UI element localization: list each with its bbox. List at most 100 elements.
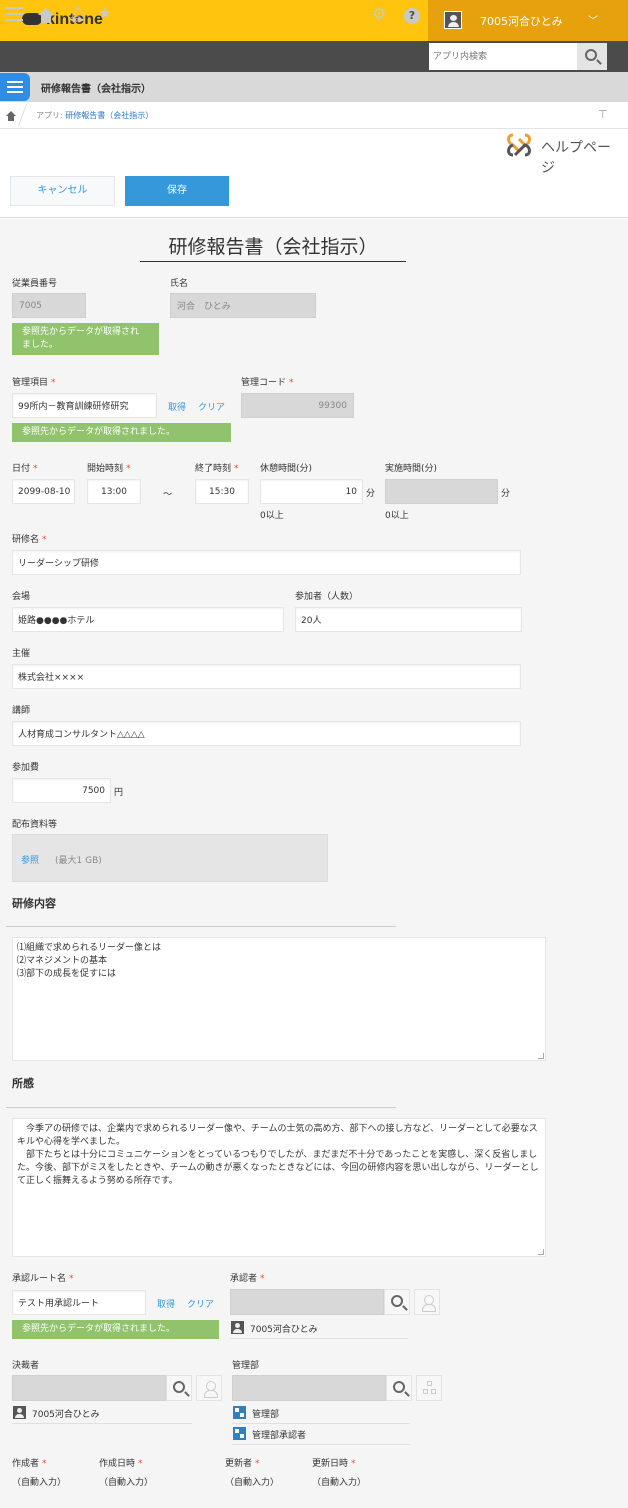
kintone-logo[interactable]: kintone xyxy=(22,11,103,29)
decider-search-button[interactable] xyxy=(166,1375,192,1401)
instructor-input[interactable]: 人材育成コンサルタント△△△△ xyxy=(12,721,521,746)
required-mark: * xyxy=(126,464,131,474)
required-mark: * xyxy=(289,378,294,388)
app-title: 研修報告書（会社指示） xyxy=(41,84,151,95)
start-time-label: 開始時刻 * xyxy=(87,464,131,474)
actual-minutes-hint: 0以上 xyxy=(385,511,409,521)
app-list-icon[interactable] xyxy=(0,73,30,101)
file-browse-link[interactable]: 参照 xyxy=(21,853,39,866)
required-mark: * xyxy=(69,1274,74,1284)
management-item-fetch-link[interactable]: 取得 xyxy=(168,400,186,413)
created-at-value: （自動入力） xyxy=(99,1478,154,1488)
search-icon xyxy=(173,1381,185,1393)
time-range-tilde: ～ xyxy=(163,490,173,500)
resize-handle[interactable] xyxy=(538,1249,544,1255)
department-org-select-button[interactable] xyxy=(416,1375,442,1401)
decider-picker-input[interactable] xyxy=(12,1375,166,1401)
save-button[interactable]: 保存 xyxy=(125,176,229,206)
user-icon xyxy=(422,1295,436,1312)
break-minutes-label: 休憩時間(分) xyxy=(260,464,313,474)
required-mark: * xyxy=(351,1459,356,1469)
end-time-input[interactable]: 15:30 xyxy=(195,479,249,504)
management-item-clear-link[interactable]: クリア xyxy=(198,400,225,413)
name-label: 氏名 xyxy=(170,279,189,289)
management-code-field: 99300 xyxy=(241,393,354,418)
lookup-success-message: 参照先からデータが取得されました。 xyxy=(12,423,231,442)
start-time-input[interactable]: 13:00 xyxy=(87,479,141,504)
content-textarea[interactable]: ⑴組織で求められるリーダー像とは ⑵マネジメントの基本 ⑶部下の成長を促すには xyxy=(12,937,546,1061)
decider-user-select-button[interactable] xyxy=(196,1375,222,1401)
approval-route-label: 承認ルート名 * xyxy=(12,1274,74,1284)
date-label: 日付 * xyxy=(12,464,38,474)
name-field: 河合 ひとみ xyxy=(170,293,316,318)
participants-input[interactable]: 20人 xyxy=(295,607,522,632)
training-name-input[interactable]: リーダーシップ研修 xyxy=(12,550,521,575)
required-mark: * xyxy=(42,535,47,545)
search-button[interactable] xyxy=(577,43,607,70)
gear-icon[interactable]: ⚙ xyxy=(372,6,386,22)
breadcrumb-app-link[interactable]: 研修報告書（会社指示） xyxy=(65,111,153,120)
resize-handle[interactable] xyxy=(538,1053,544,1059)
required-mark: * xyxy=(260,1274,265,1284)
cancel-button[interactable]: キャンセル xyxy=(10,176,115,206)
lookup-success-message: 参照先からデータが取得され ました。 xyxy=(12,323,159,355)
home-icon[interactable] xyxy=(38,8,54,23)
department-search-button[interactable] xyxy=(386,1375,412,1401)
search-icon xyxy=(585,49,597,61)
lookup-success-message: 参照先からデータが取得されました。 xyxy=(12,1320,219,1339)
approver-picker-input[interactable] xyxy=(230,1289,384,1315)
department-selected-org: 管理部 xyxy=(232,1403,410,1424)
help-icon[interactable]: ? xyxy=(404,8,420,24)
breadcrumb-app: アプリ: 研修報告書（会社指示） xyxy=(36,111,154,120)
created-by-value: （自動入力） xyxy=(12,1478,67,1488)
management-code-label: 管理コード * xyxy=(241,378,294,388)
approval-route-clear-link[interactable]: クリア xyxy=(187,1297,214,1310)
date-input[interactable]: 2099-08-10 xyxy=(12,479,75,504)
fee-input[interactable]: 7500 xyxy=(12,778,111,803)
department-picker-input[interactable] xyxy=(232,1375,386,1401)
management-item-input[interactable]: 99所内－教育訓練研修研究 xyxy=(12,393,157,418)
user-avatar-icon xyxy=(444,11,462,29)
break-minutes-unit: 分 xyxy=(366,489,376,499)
actual-minutes-unit: 分 xyxy=(501,489,511,499)
actual-minutes-field xyxy=(385,479,498,504)
instructor-label: 講師 xyxy=(12,706,31,716)
pin-icon[interactable]: ⊤ xyxy=(598,108,608,121)
app-search-input[interactable] xyxy=(429,43,577,70)
required-mark: * xyxy=(234,464,239,474)
required-mark: * xyxy=(138,1459,143,1469)
user-name: 7005河合ひとみ xyxy=(480,15,563,28)
approver-search-button[interactable] xyxy=(384,1289,410,1315)
approver-user-select-button[interactable] xyxy=(414,1289,440,1315)
created-by-label: 作成者 * xyxy=(12,1459,47,1469)
organizer-input[interactable]: 株式会社×××× xyxy=(12,664,521,689)
department-selected-org: 管理部承認者 xyxy=(232,1424,410,1445)
created-at-label: 作成日時 * xyxy=(99,1459,143,1469)
help-page-link[interactable]: ヘルプページ xyxy=(505,130,623,176)
employee-number-field: 7005 xyxy=(12,293,86,318)
bell-icon[interactable]: 🔔︎ xyxy=(68,6,87,22)
updated-by-value: （自動入力） xyxy=(225,1478,280,1488)
help-page-logo-icon xyxy=(507,133,531,157)
star-icon[interactable]: ★ xyxy=(98,5,111,21)
updated-at-label: 更新日時 * xyxy=(312,1459,356,1469)
menu-icon[interactable] xyxy=(6,7,23,23)
approver-label: 承認者 * xyxy=(230,1274,265,1284)
decider-label: 決裁者 xyxy=(12,1361,40,1371)
user-menu[interactable]: 7005河合ひとみ ﹀ xyxy=(428,0,628,41)
fee-unit: 円 xyxy=(114,788,124,798)
approval-route-input[interactable]: テスト用承認ルート xyxy=(12,1290,146,1315)
approval-route-fetch-link[interactable]: 取得 xyxy=(157,1297,175,1310)
management-item-label: 管理項目 * xyxy=(12,378,56,388)
required-mark: * xyxy=(42,1459,47,1469)
venue-input[interactable]: 姫路●●●●ホテル xyxy=(12,607,284,632)
required-mark: * xyxy=(51,378,56,388)
content-section-label: 研修内容 xyxy=(12,897,56,910)
user-icon xyxy=(13,1406,26,1419)
breadcrumb-home-icon[interactable] xyxy=(6,111,17,121)
break-minutes-hint: 0以上 xyxy=(260,511,284,521)
impressions-textarea[interactable]: 今季アの研修では、企業内で求められるリーダー像や、チームの士気の高め方、部下への… xyxy=(12,1118,546,1257)
impressions-section-label: 所感 xyxy=(12,1077,34,1090)
organizer-label: 主催 xyxy=(12,649,31,659)
break-minutes-input[interactable]: 10 xyxy=(260,479,363,504)
